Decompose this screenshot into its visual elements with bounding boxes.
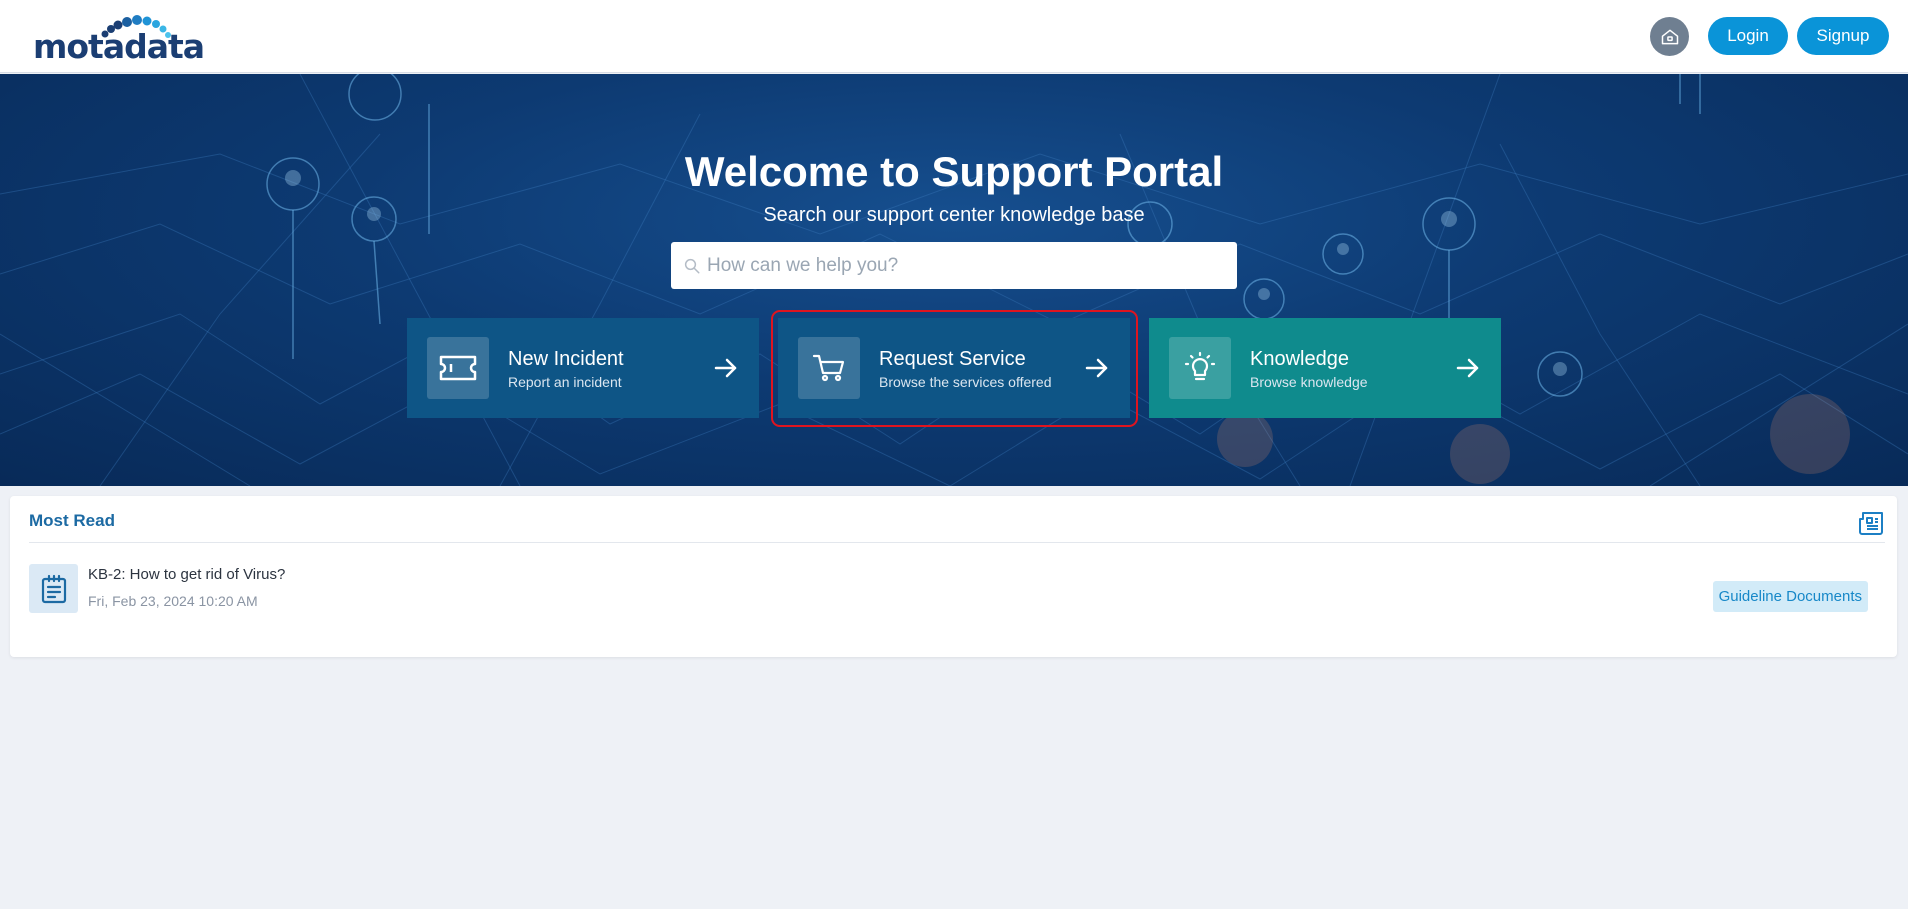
top-header: motadata Login Signup [0, 0, 1908, 73]
card-title: Knowledge [1250, 348, 1349, 370]
search-input[interactable] [707, 254, 1227, 277]
document-list-icon [41, 574, 66, 603]
panel-divider [29, 542, 1885, 543]
ticket-icon [439, 355, 477, 381]
most-read-title: Most Read [29, 511, 115, 530]
newspaper-icon[interactable] [1857, 509, 1885, 537]
page-title: Welcome to Support Portal [684, 148, 1224, 195]
cart-icon [812, 354, 845, 382]
arrow-right-icon [1085, 358, 1108, 378]
card-subtitle: Browse the services offered [879, 374, 1052, 390]
signup-button[interactable]: Signup [1797, 17, 1889, 55]
card-subtitle: Report an incident [508, 374, 622, 390]
motadata-logo[interactable]: motadata [33, 10, 205, 66]
search-box [671, 242, 1237, 289]
article-title-link[interactable]: KB-2: How to get rid of Virus? [88, 566, 285, 583]
card-icon-box [427, 337, 489, 399]
new-incident-card[interactable]: New Incident Report an incident [407, 318, 759, 418]
lightbulb-icon [1184, 351, 1216, 381]
home-icon [1661, 29, 1678, 44]
card-title: New Incident [508, 348, 624, 370]
login-button[interactable]: Login [1708, 17, 1788, 55]
category-badge[interactable]: Guideline Documents [1712, 581, 1868, 612]
card-icon-box [798, 337, 860, 399]
card-title: Request Service [879, 348, 1026, 370]
home-button[interactable] [1650, 17, 1689, 56]
hero-banner: Welcome to Support Portal Search our sup… [0, 74, 1908, 486]
logo-text: motadata [33, 27, 205, 66]
request-service-card[interactable]: Request Service Browse the services offe… [778, 318, 1130, 418]
search-icon [684, 258, 700, 273]
card-subtitle: Browse knowledge [1250, 374, 1368, 390]
knowledge-card[interactable]: Knowledge Browse knowledge [1149, 318, 1501, 418]
article-icon-box [29, 564, 78, 613]
page-subtitle: Search our support center knowledge base [763, 204, 1145, 226]
arrow-right-icon [714, 358, 737, 378]
article-date: Fri, Feb 23, 2024 10:20 AM [88, 593, 258, 609]
most-read-panel: Most Read KB-2: How to get rid of Virus?… [10, 496, 1897, 657]
arrow-right-icon [1456, 358, 1479, 378]
card-icon-box [1169, 337, 1231, 399]
